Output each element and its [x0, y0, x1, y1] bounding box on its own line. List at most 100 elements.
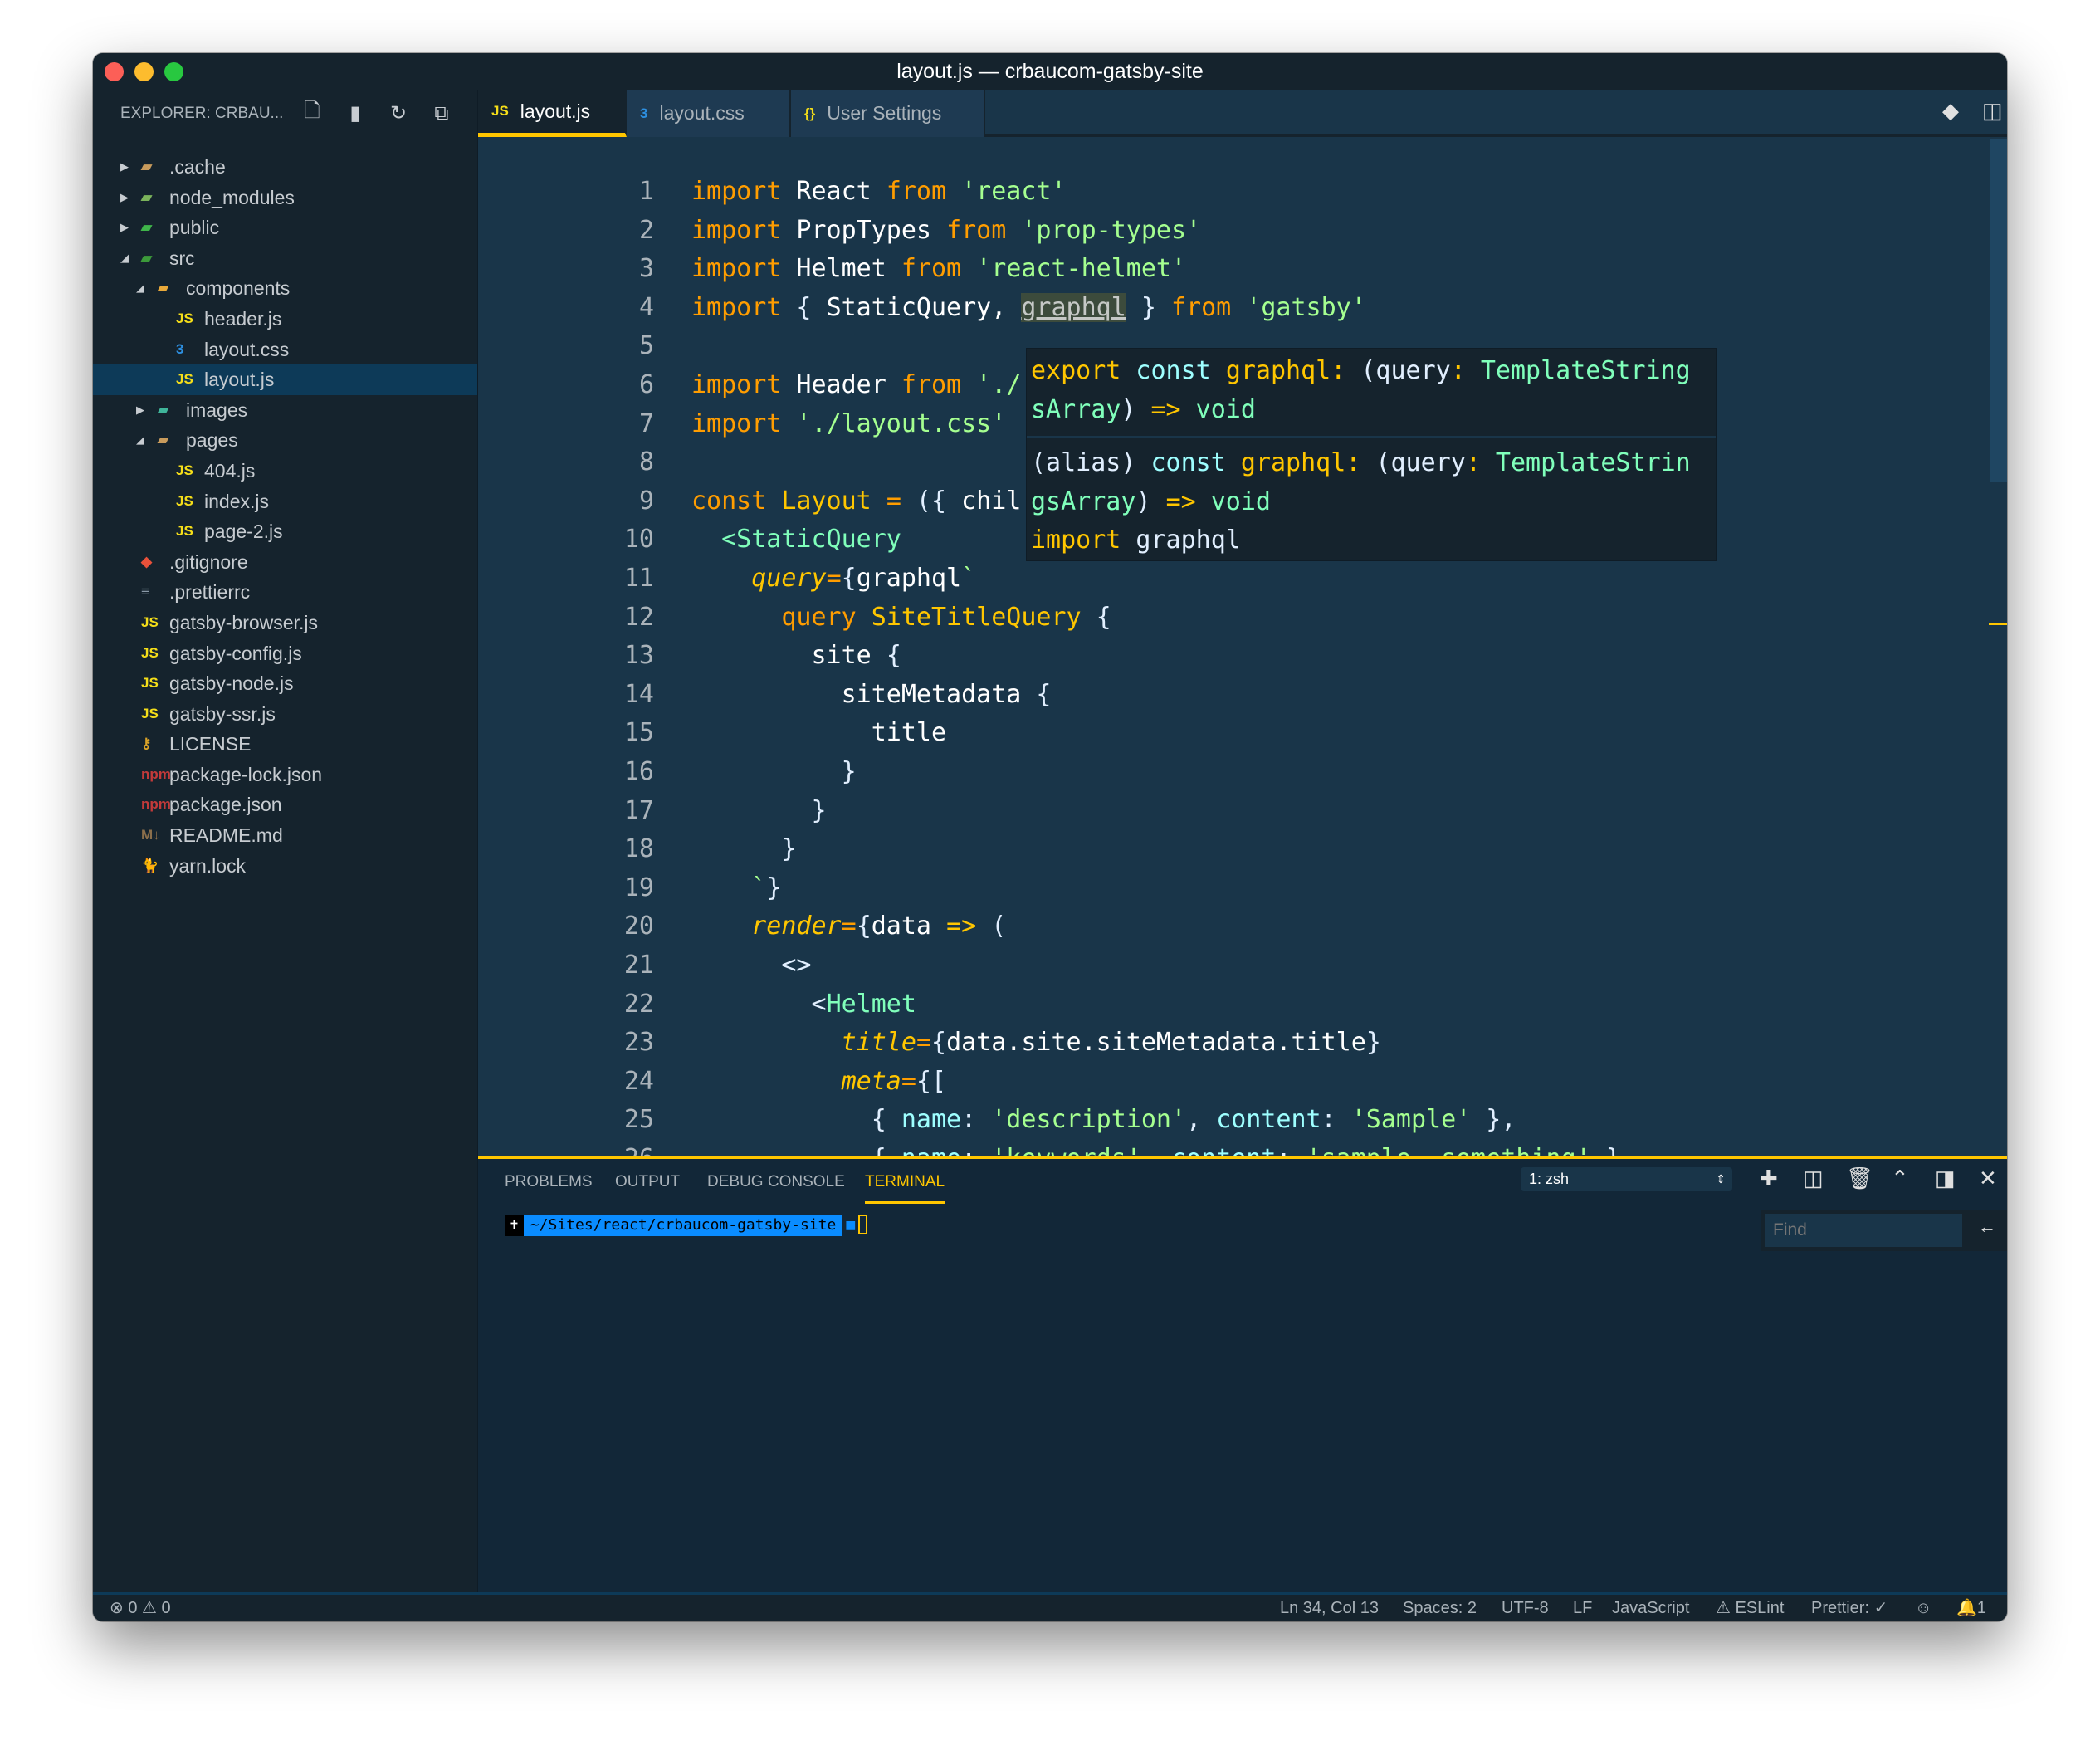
tree-item-images[interactable]: ▶ ▰ images — [93, 395, 477, 426]
language-mode[interactable]: JavaScript — [1612, 1595, 1689, 1621]
tree-item-public[interactable]: ▶ ▰ public — [93, 213, 477, 243]
chevron-right-icon[interactable]: ▶ — [120, 213, 129, 243]
notifications[interactable]: 🔔1 — [1956, 1595, 1986, 1621]
code-editor[interactable]: 1 import React from 'react' 2 import PropTy… — [478, 139, 2007, 1156]
tab-terminal[interactable]: TERMINAL — [865, 1173, 945, 1204]
javascript-file-icon: JS — [176, 371, 193, 388]
line-code: query={graphql` — [691, 559, 976, 598]
eslint-status[interactable]: ⚠ ESLint — [1716, 1595, 1784, 1621]
code-token: 'prop-types' — [1006, 215, 1202, 245]
tree-item-yarn-lock[interactable]: 🐈 yarn.lock — [93, 851, 477, 882]
tree-item-header-js[interactable]: JS header.js — [93, 304, 477, 335]
line-code: meta={[ — [691, 1062, 946, 1101]
tab-label: layout.js — [520, 100, 591, 122]
tree-item-components[interactable]: ◢ ▰ components — [93, 273, 477, 304]
chevron-right-icon[interactable]: ▶ — [136, 395, 144, 426]
split-terminal-icon[interactable]: ◫ — [1803, 1166, 1824, 1191]
new-folder-icon[interactable]: ▮ — [334, 101, 377, 125]
code-token: from — [901, 254, 962, 284]
tree-item--prettierrc[interactable]: ≡ .prettierrc — [93, 577, 477, 608]
code-token: <> — [691, 951, 812, 980]
chevron-right-icon[interactable]: ▶ — [120, 152, 129, 183]
tree-item-gatsby-browser-js[interactable]: JS gatsby-browser.js — [93, 608, 477, 638]
chevron-down-icon[interactable]: ◢ — [120, 243, 129, 274]
tree-item-package-lock-json[interactable]: npm package-lock.json — [93, 760, 477, 790]
tree-item-label: page-2.js — [204, 521, 283, 543]
line-code: import Helmet from 'react-helmet' — [691, 249, 1186, 288]
tab-debug-console[interactable]: DEBUG CONSOLE — [707, 1173, 845, 1201]
find-input[interactable] — [1765, 1214, 1962, 1247]
maximize-chevron-icon[interactable]: ⌃ — [1891, 1166, 1909, 1191]
line-code: } — [691, 752, 857, 791]
tree-item-label: public — [169, 217, 220, 239]
close-window-button[interactable] — [105, 62, 124, 81]
chevron-right-icon[interactable]: ▶ — [120, 183, 129, 213]
tree-item-gatsby-config-js[interactable]: JS gatsby-config.js — [93, 638, 477, 669]
tab-layout.css[interactable]: 3 layout.css — [627, 90, 791, 137]
tree-item-404-js[interactable]: JS 404.js — [93, 456, 477, 486]
add-terminal-icon[interactable]: ✚ — [1760, 1166, 1778, 1191]
markdown-icon: M↓ — [141, 827, 160, 843]
code-token: render — [751, 912, 842, 941]
git-compare-icon[interactable]: ◆ — [1942, 98, 1959, 124]
tab-user-settings[interactable]: {} User Settings — [791, 90, 985, 137]
code-line: 1 import React from 'react' — [478, 172, 1972, 211]
tree-item--cache[interactable]: ▶ ▰ .cache — [93, 152, 477, 183]
terminal-select[interactable]: 1: zsh ⇕ — [1521, 1167, 1732, 1191]
tree-item-label: package-lock.json — [169, 763, 323, 785]
previous-match-icon[interactable]: ← — [1978, 1216, 1996, 1238]
code-token: Header — [781, 370, 901, 399]
tree-item-layout-css[interactable]: 3 layout.css — [93, 335, 477, 365]
tree-item-label: layout.js — [204, 369, 275, 391]
feedback-smiley-icon[interactable]: ☺ — [1915, 1595, 1932, 1621]
tree-item-label: .cache — [169, 156, 226, 178]
refresh-icon[interactable]: ↻ — [377, 101, 420, 125]
explorer-sidebar: EXPLORER: CRBAU... 🗋 ▮ ↻ ⧉ ▶ ▰ .cache ▶ ▰ nod… — [93, 90, 478, 1592]
tree-item-page-2-js[interactable]: JS page-2.js — [93, 516, 477, 547]
line-ending[interactable]: LF — [1573, 1595, 1592, 1621]
code-token: Helmet — [781, 254, 901, 284]
code-token: 'description' — [991, 1105, 1187, 1135]
toggle-panel-icon[interactable]: ◨ — [1935, 1166, 1956, 1191]
tree-item-package-json[interactable]: npm package.json — [93, 790, 477, 820]
minimize-window-button[interactable] — [134, 62, 154, 81]
problems-indicator[interactable]: ⊗ 0 ⚠ 0 — [110, 1595, 171, 1621]
prettier-status[interactable]: Prettier: ✓ — [1811, 1595, 1888, 1621]
scrollbar-slider[interactable] — [1990, 139, 2007, 482]
tree-item-index-js[interactable]: JS index.js — [93, 486, 477, 517]
tree-item-license[interactable]: ⚷ LICENSE — [93, 729, 477, 760]
tab-output[interactable]: OUTPUT — [615, 1173, 680, 1201]
code-token: { — [931, 1028, 947, 1058]
tooltip-divider — [1027, 436, 1716, 438]
hovered-identifier[interactable]: graphql — [1021, 292, 1126, 322]
code-line: 24 meta={[ — [478, 1062, 1972, 1101]
tree-item--gitignore[interactable]: ◆ .gitignore — [93, 547, 477, 578]
prompt-segment-icon: ✝ — [505, 1215, 524, 1236]
tree-item-gatsby-node-js[interactable]: JS gatsby-node.js — [93, 668, 477, 699]
close-panel-icon[interactable]: ✕ — [1979, 1166, 1997, 1191]
collapse-all-icon[interactable]: ⧉ — [420, 102, 463, 125]
code-token: 'react-helmet' — [961, 254, 1187, 284]
chevron-down-icon[interactable]: ◢ — [136, 273, 144, 304]
zoom-window-button[interactable] — [164, 62, 183, 81]
tree-item-src[interactable]: ◢ ▰ src — [93, 243, 477, 274]
tree-item-pages[interactable]: ◢ ▰ pages — [93, 425, 477, 456]
split-editor-icon[interactable]: ◫ — [1982, 98, 2003, 124]
indentation[interactable]: Spaces: 2 — [1403, 1595, 1477, 1621]
tab-problems[interactable]: PROBLEMS — [505, 1173, 593, 1201]
chevron-down-icon[interactable]: ◢ — [136, 425, 144, 456]
line-number: 25 — [623, 1105, 654, 1135]
tree-item-gatsby-ssr-js[interactable]: JS gatsby-ssr.js — [93, 699, 477, 730]
tree-item-readme-md[interactable]: M↓ README.md — [93, 820, 477, 851]
new-file-icon[interactable]: 🗋 — [291, 96, 334, 130]
tab-layout.js[interactable]: JS layout.js — [478, 90, 627, 137]
code-line: 23 title={data.site.siteMetadata.title} — [478, 1023, 1972, 1062]
terminal-prompt[interactable]: ✝ ~/Sites/react/crbaucom-gatsby-site ■ — [505, 1215, 868, 1236]
git-icon: ◆ — [141, 553, 153, 570]
cursor-position[interactable]: Ln 34, Col 13 — [1280, 1595, 1379, 1621]
tree-item-layout-js[interactable]: JS layout.js — [93, 364, 477, 395]
encoding[interactable]: UTF-8 — [1502, 1595, 1549, 1621]
line-number: 19 — [623, 873, 654, 902]
tree-item-node-modules[interactable]: ▶ ▰ node_modules — [93, 183, 477, 213]
trash-icon[interactable]: 🗑 — [1846, 1166, 1873, 1191]
